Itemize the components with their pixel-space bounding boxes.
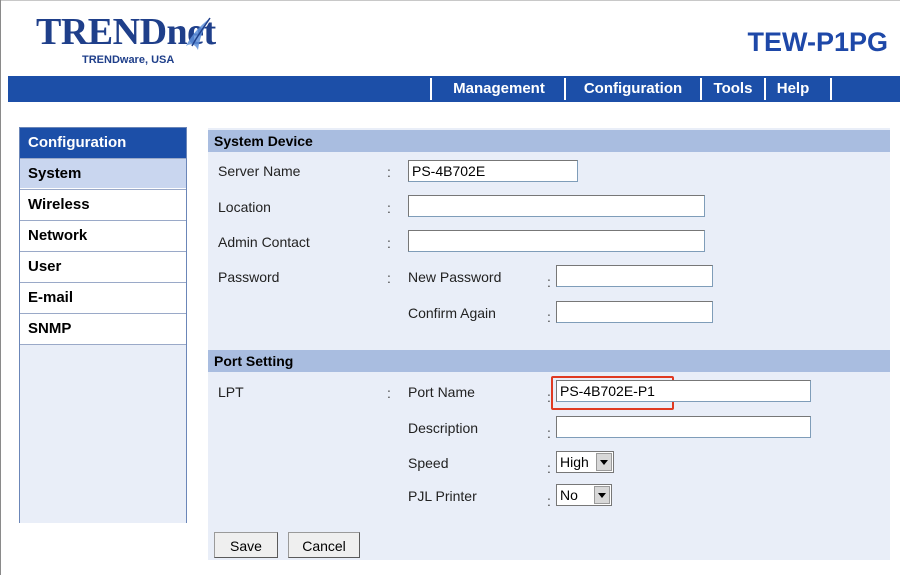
location-input[interactable] bbox=[408, 195, 705, 217]
description-label: Description bbox=[408, 420, 479, 436]
pjl-printer-select[interactable]: No bbox=[556, 484, 612, 506]
logo-subtext: TRENDware, USA bbox=[82, 54, 175, 66]
server-name-label: Server Name bbox=[218, 163, 301, 179]
nav-separator bbox=[430, 78, 432, 100]
logo-swoosh-icon bbox=[186, 17, 211, 50]
menu-title: Configuration bbox=[20, 128, 186, 158]
speed-select-value: High bbox=[560, 454, 589, 470]
nav-configuration[interactable]: Configuration bbox=[566, 76, 700, 102]
menu-item-wireless[interactable]: Wireless bbox=[20, 189, 186, 219]
location-label: Location bbox=[218, 199, 271, 215]
menu-item-system[interactable]: System bbox=[20, 158, 186, 188]
colon: : bbox=[547, 425, 551, 441]
window-left-edge bbox=[0, 0, 1, 575]
colon: : bbox=[387, 270, 391, 286]
pjl-select-value: No bbox=[560, 487, 578, 503]
top-navigation-bar: Management Configuration Tools Help bbox=[8, 76, 900, 102]
nav-separator bbox=[830, 78, 832, 100]
lpt-label: LPT bbox=[218, 384, 244, 400]
colon: : bbox=[547, 460, 551, 476]
nav-help[interactable]: Help bbox=[766, 76, 820, 102]
cancel-button[interactable]: Cancel bbox=[288, 532, 360, 558]
system-device-header: System Device bbox=[208, 130, 890, 152]
colon: : bbox=[547, 493, 551, 509]
side-menu: Configuration System Wireless Network Us… bbox=[19, 127, 187, 523]
window-top-edge bbox=[0, 0, 900, 1]
content-panel: System Device Server Name : Location : A… bbox=[208, 128, 890, 560]
colon: : bbox=[387, 235, 391, 251]
menu-item-snmp[interactable]: SNMP bbox=[20, 313, 186, 343]
nav-tools[interactable]: Tools bbox=[702, 76, 764, 102]
colon: : bbox=[547, 274, 551, 290]
confirm-password-input[interactable] bbox=[556, 301, 713, 323]
chevron-down-icon[interactable] bbox=[596, 453, 612, 471]
new-password-input[interactable] bbox=[556, 265, 713, 287]
port-name-input[interactable] bbox=[556, 380, 811, 402]
admin-contact-input[interactable] bbox=[408, 230, 705, 252]
port-name-label: Port Name bbox=[408, 384, 475, 400]
menu-item-user[interactable]: User bbox=[20, 251, 186, 281]
description-input[interactable] bbox=[556, 416, 811, 438]
product-model: TEW-P1PG bbox=[747, 27, 888, 57]
menu-empty-area bbox=[20, 344, 186, 523]
speed-label: Speed bbox=[408, 455, 449, 471]
admin-contact-label: Admin Contact bbox=[218, 234, 310, 250]
trendnet-logo: TRENDnet TRENDware, USA bbox=[36, 10, 236, 76]
confirm-again-label: Confirm Again bbox=[408, 305, 496, 321]
server-name-input[interactable] bbox=[408, 160, 578, 182]
menu-item-network[interactable]: Network bbox=[20, 220, 186, 250]
colon: : bbox=[387, 385, 391, 401]
new-password-label: New Password bbox=[408, 269, 502, 285]
save-button[interactable]: Save bbox=[214, 532, 278, 558]
colon: : bbox=[387, 164, 391, 180]
menu-item-email[interactable]: E-mail bbox=[20, 282, 186, 312]
password-label: Password bbox=[218, 269, 280, 285]
speed-select[interactable]: High bbox=[556, 451, 614, 473]
pjl-printer-label: PJL Printer bbox=[408, 488, 477, 504]
nav-management[interactable]: Management bbox=[434, 76, 564, 102]
port-setting-header: Port Setting bbox=[208, 350, 890, 372]
chevron-down-icon[interactable] bbox=[594, 486, 610, 504]
colon: : bbox=[387, 200, 391, 216]
colon: : bbox=[547, 309, 551, 325]
